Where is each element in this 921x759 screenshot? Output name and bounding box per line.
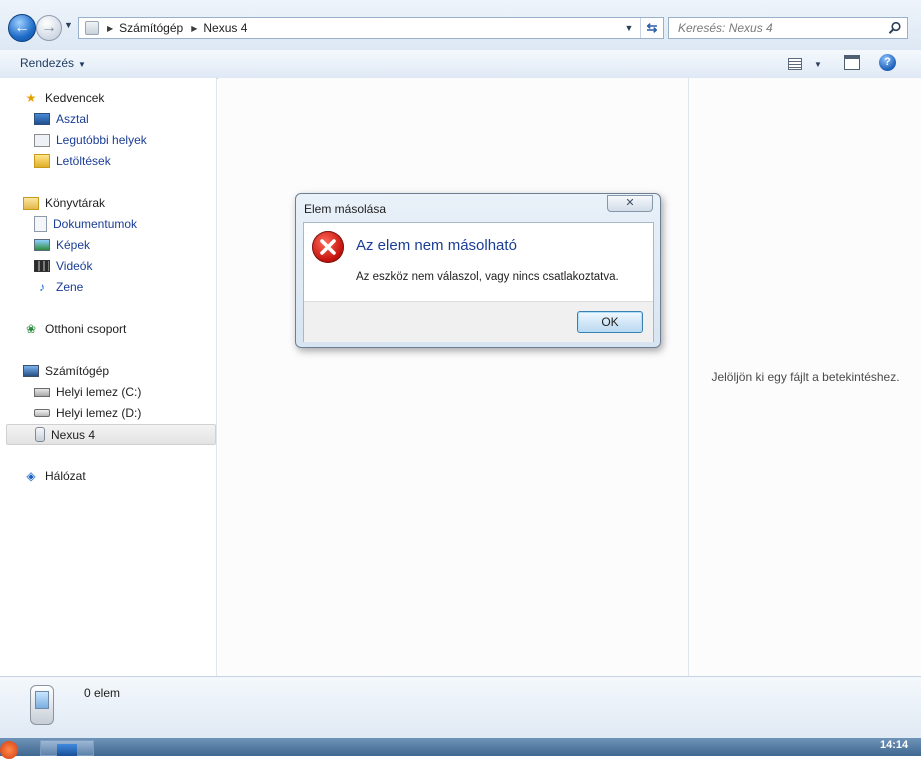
organize-label: Rendezés [20,56,75,70]
error-icon [312,231,344,263]
back-button[interactable]: ← [8,14,36,42]
start-button[interactable] [0,741,18,759]
address-bar-area: ← → ▼ ▶ Számítógép ▶ Nexus 4 ▼ ⇆ [0,0,921,51]
music-note-icon: ♪ [39,280,45,294]
homegroup-icon: ❀ [25,322,37,336]
search-input[interactable] [676,20,885,36]
error-message: Az eszköz nem válaszol, vagy nincs csatl… [356,271,619,283]
command-bar: Rendezés ▼ ▼ ? [0,50,921,79]
file-list-area[interactable] [218,78,688,676]
chevron-right-icon[interactable]: ▶ [191,24,197,33]
nav-homegroup[interactable]: ❀ Otthoni csoport [6,319,216,339]
view-details-icon [788,58,802,70]
copy-error-dialog: Elem másolása ✕ Az elem nem másolható Az… [295,193,661,348]
forward-arrow-icon: → [41,19,57,36]
documents-icon [34,216,47,232]
nav-item-music[interactable]: ♪ Zene [6,277,216,297]
network-icon: ◈ [26,469,36,483]
dialog-footer: OK [304,301,653,342]
preview-message: Jelöljön ki egy fájlt a betekintéshez. [711,370,900,384]
change-view-button[interactable]: ▼ [788,56,824,72]
nav-network[interactable]: ◈ Hálózat [6,466,216,486]
pictures-icon [34,239,50,251]
breadcrumb-computer[interactable]: Számítógép [119,21,183,35]
drive-icon [34,409,50,417]
preview-pane-button[interactable] [844,55,860,70]
nav-item-drive-d[interactable]: Helyi lemez (D:) [6,403,216,423]
desktop-icon [34,113,50,125]
nav-item-videos[interactable]: Videók [6,256,216,276]
nav-item-recent-places[interactable]: Legutóbbi helyek [6,130,216,150]
navigation-pane: ★ Kedvencek Asztal Legutóbbi helyek Letö… [0,78,217,676]
ok-button[interactable]: OK [577,311,643,333]
recent-places-icon [34,133,50,147]
dialog-title: Elem másolása [304,202,387,216]
organize-button[interactable]: Rendezés ▼ [20,56,86,70]
history-dropdown-button[interactable]: ▼ [64,20,74,34]
breadcrumb-nexus4[interactable]: Nexus 4 [203,21,247,35]
nav-libraries[interactable]: Könyvtárak [6,193,216,213]
clock[interactable]: 14:14 [880,739,908,751]
search-icon[interactable] [888,21,902,35]
nav-item-drive-c[interactable]: Helyi lemez (C:) [6,382,216,402]
nav-item-nexus4[interactable]: Nexus 4 [6,424,216,445]
taskbar: 14:14 [0,738,921,759]
address-field[interactable]: ▶ Számítógép ▶ Nexus 4 ▼ ⇆ [78,17,664,39]
nav-item-pictures[interactable]: Képek [6,235,216,255]
nav-computer[interactable]: Számítógép [6,361,216,381]
refresh-button[interactable]: ⇆ [640,18,663,38]
back-arrow-icon: ← [14,19,30,36]
nav-item-downloads[interactable]: Letöltések [6,151,216,171]
address-dropdown-button[interactable]: ▼ [622,23,636,33]
computer-icon [23,365,39,377]
windows-drive-icon [34,387,50,397]
videos-icon [34,260,50,272]
chevron-down-icon: ▼ [78,60,86,69]
forward-button[interactable]: → [36,15,62,41]
close-button[interactable]: ✕ [607,195,653,212]
item-count: 0 elem [84,686,121,700]
chevron-right-icon[interactable]: ▶ [107,24,113,33]
search-box[interactable] [668,17,908,39]
preview-pane: Jelöljön ki egy fájlt a betekintéshez. [688,78,921,676]
downloads-folder-icon [34,154,50,168]
taskbar-explorer-button[interactable] [40,740,94,756]
nav-item-documents[interactable]: Dokumentumok [6,214,216,234]
nav-favorites[interactable]: ★ Kedvencek [6,88,216,108]
chevron-down-icon: ▼ [814,59,822,69]
details-pane: 0 elem [0,676,921,739]
star-icon: ★ [25,91,37,105]
nav-item-desktop[interactable]: Asztal [6,109,216,129]
help-icon[interactable]: ? [879,54,896,71]
libraries-icon [23,196,39,210]
phone-icon [35,427,45,442]
device-icon [85,21,99,35]
error-heading: Az elem nem másolható [356,237,517,254]
dialog-content: Az elem nem másolható Az eszköz nem vála… [303,222,654,342]
phone-icon [30,685,54,725]
